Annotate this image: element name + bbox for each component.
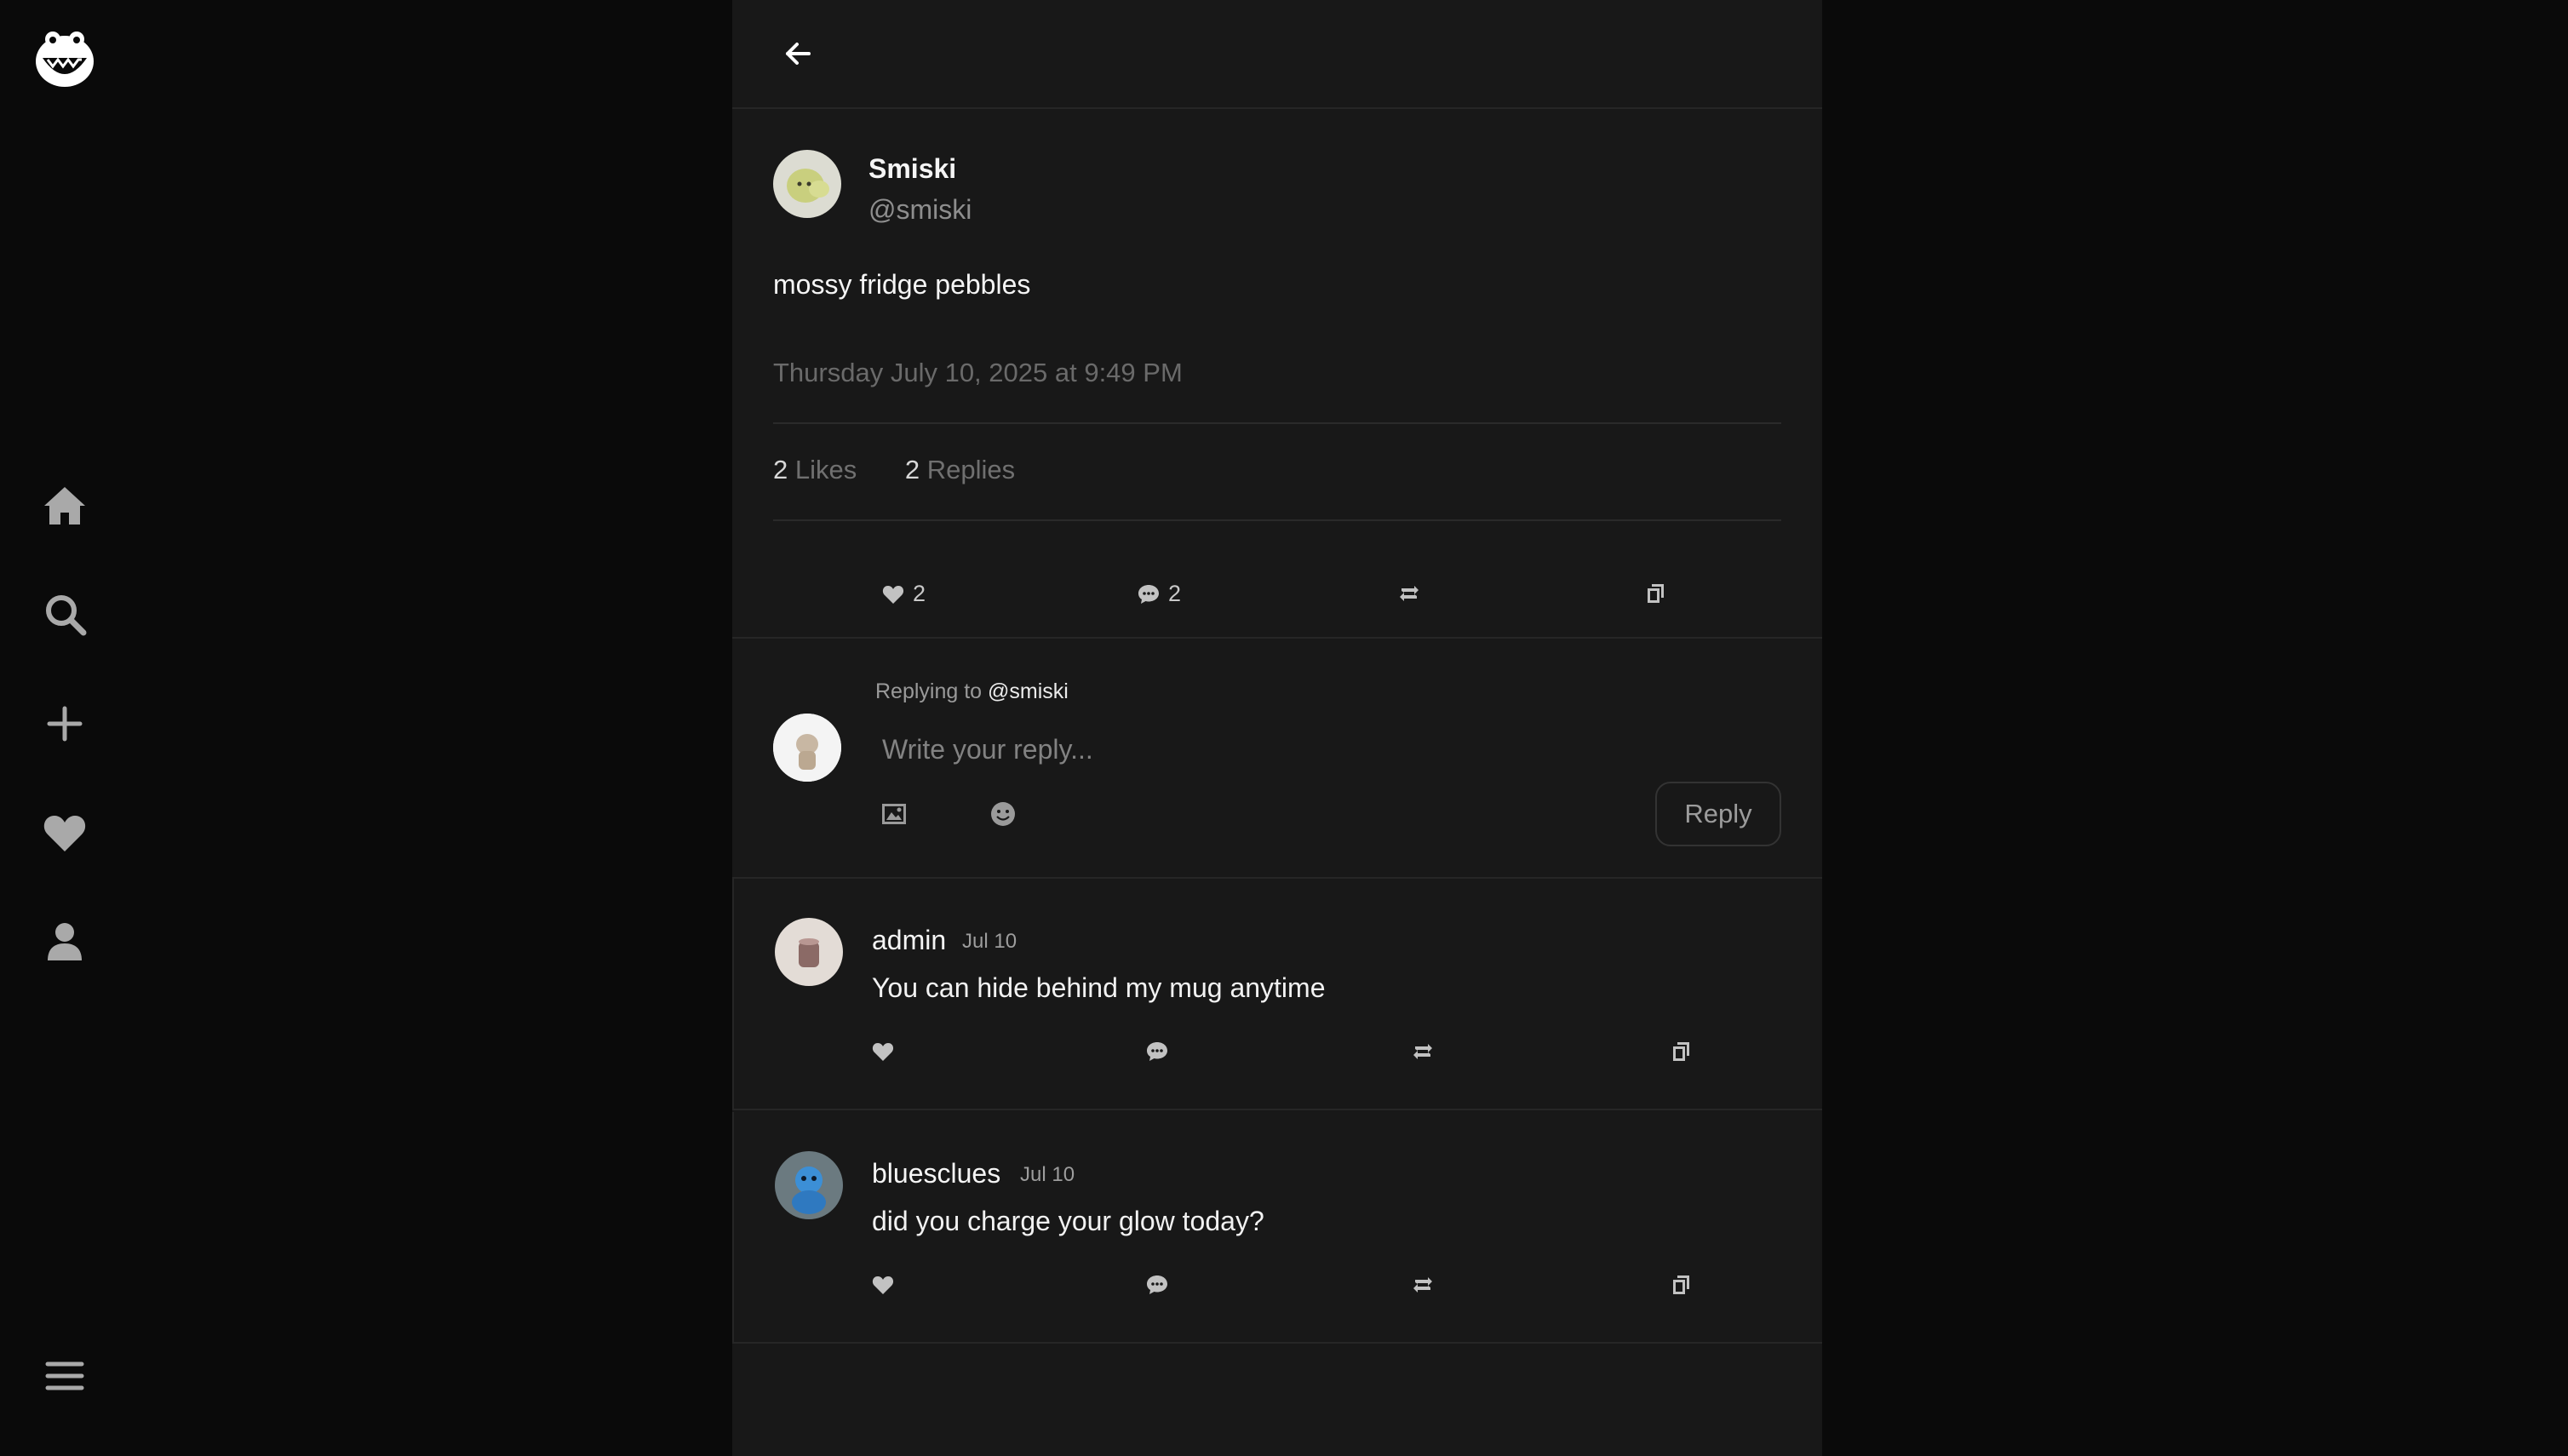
like-count: 2 <box>913 581 926 606</box>
reply-input[interactable] <box>875 724 1563 775</box>
repost-button[interactable] <box>1396 581 1422 606</box>
reply-comment-button[interactable] <box>1144 1039 1170 1064</box>
reply-like-button[interactable] <box>870 1272 896 1298</box>
comment-bubble-icon <box>1147 1275 1167 1294</box>
reply-repost-button[interactable] <box>1410 1272 1436 1298</box>
likes-stat[interactable]: 2 Likes <box>773 455 857 484</box>
post-text: mossy fridge pebbles <box>773 269 1031 300</box>
repost-icon <box>1413 1044 1432 1059</box>
emoji-button[interactable] <box>984 795 1022 833</box>
likes-label: Likes <box>794 455 857 484</box>
copy-icon <box>1648 584 1664 603</box>
original-post: Smiski @smiski mossy fridge pebbles Thur… <box>732 109 1822 639</box>
replying-to-label: Replying to @smiski <box>875 679 1069 704</box>
post-timestamp: Thursday July 10, 2025 at 9:49 PM <box>773 358 1183 387</box>
copy-button[interactable] <box>1643 581 1669 606</box>
reply-submit-button[interactable]: Reply <box>1655 782 1781 846</box>
author-name[interactable]: Smiski <box>868 153 956 185</box>
app-logo-icon[interactable] <box>31 24 99 92</box>
like-button[interactable]: 2 <box>880 581 926 607</box>
divider <box>773 422 1781 424</box>
attach-image-button[interactable] <box>875 795 913 833</box>
copy-icon <box>1673 1275 1689 1294</box>
nav-search-button[interactable] <box>31 581 99 649</box>
reply-avatar[interactable] <box>775 1151 843 1219</box>
replies-stat[interactable]: 2 Replies <box>905 455 1015 484</box>
arrow-left-icon <box>786 43 811 65</box>
likes-count: 2 <box>773 455 788 484</box>
comment-count: 2 <box>1168 581 1182 606</box>
replies-label: Replies <box>926 455 1016 484</box>
post-stats: 2 Likes 2 Replies <box>773 455 1056 485</box>
reply-text: You can hide behind my mug anytime <box>872 972 1326 1003</box>
menu-button[interactable] <box>31 1342 99 1410</box>
image-icon <box>882 804 906 824</box>
hamburger-menu-icon <box>45 1361 84 1390</box>
author-handle[interactable]: @smiski <box>868 194 972 226</box>
nav-activity-button[interactable] <box>31 799 99 867</box>
reply-comment-button[interactable] <box>1144 1272 1170 1298</box>
reply-item[interactable]: bluesclues Jul 10 did you charge your gl… <box>732 1112 1822 1344</box>
reply-author-name[interactable]: admin <box>872 925 946 956</box>
comment-bubble-icon <box>1147 1042 1167 1061</box>
reply-composer: Replying to @smiski Reply <box>732 639 1822 879</box>
replies-count: 2 <box>904 455 920 484</box>
person-icon <box>48 923 82 960</box>
sidebar-nav <box>0 0 129 1456</box>
thread-header <box>732 0 1822 109</box>
home-icon <box>44 487 85 525</box>
current-user-avatar[interactable] <box>773 714 841 782</box>
author-avatar[interactable] <box>773 150 841 218</box>
reply-date: Jul 10 <box>1020 1163 1075 1186</box>
reply-repost-button[interactable] <box>1410 1039 1436 1064</box>
replying-prefix: Replying to <box>875 679 983 703</box>
copy-icon <box>1673 1042 1689 1061</box>
nav-home-button[interactable] <box>31 472 99 540</box>
heart-icon <box>882 585 904 604</box>
reply-item[interactable]: admin Jul 10 You can hide behind my mug … <box>732 879 1822 1110</box>
smiley-icon <box>991 802 1015 826</box>
reply-date: Jul 10 <box>962 930 1017 953</box>
comment-bubble-icon <box>1138 584 1159 604</box>
divider <box>773 519 1781 521</box>
reply-text: did you charge your glow today? <box>872 1206 1264 1236</box>
heart-icon <box>43 816 86 851</box>
repost-icon <box>1413 1277 1432 1293</box>
back-button[interactable] <box>777 32 819 75</box>
replying-handle[interactable]: @smiski <box>988 679 1069 703</box>
comment-button[interactable]: 2 <box>1136 581 1181 607</box>
heart-icon <box>872 1276 894 1294</box>
plus-icon <box>47 706 83 742</box>
reply-like-button[interactable] <box>870 1039 896 1064</box>
reply-author-name[interactable]: bluesclues <box>872 1158 1000 1189</box>
thread-column: Smiski @smiski mossy fridge pebbles Thur… <box>732 0 1822 1456</box>
repost-icon <box>1400 586 1419 601</box>
heart-icon <box>872 1043 894 1061</box>
nav-create-button[interactable] <box>31 690 99 758</box>
reply-avatar[interactable] <box>775 918 843 986</box>
search-icon <box>46 595 87 636</box>
nav-profile-button[interactable] <box>31 908 99 976</box>
reply-copy-button[interactable] <box>1669 1272 1694 1298</box>
reply-copy-button[interactable] <box>1669 1039 1694 1064</box>
